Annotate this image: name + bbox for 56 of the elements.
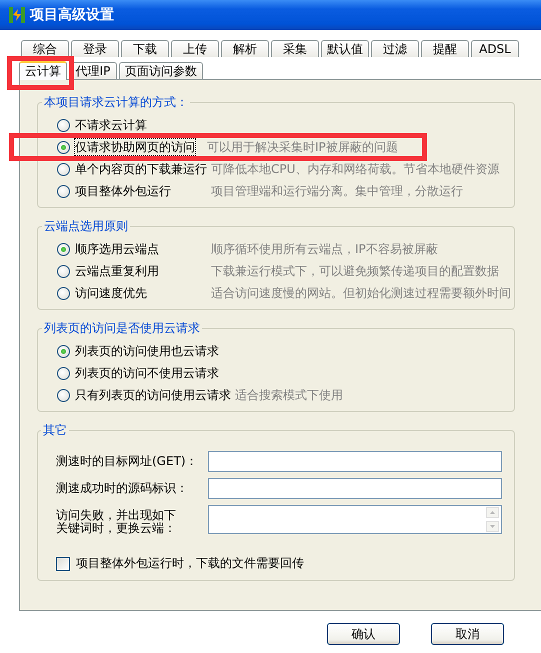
tab[interactable]: 登录 <box>71 40 119 57</box>
radio-button[interactable] <box>57 184 70 198</box>
group-title: 列表页的访问是否使用云请求 <box>43 320 201 337</box>
radio-button[interactable] <box>57 140 70 154</box>
tab[interactable]: 页面访问参数 <box>119 62 203 79</box>
radio-button[interactable] <box>57 242 70 256</box>
radio-label[interactable]: 云端点重复利用 <box>75 263 207 279</box>
checkbox-label[interactable]: 项目整体外包运行时，下载的文件需要回传 <box>76 555 304 572</box>
radio-label[interactable]: 仅请求协助网页的访问 <box>75 139 195 155</box>
input-field[interactable] <box>208 451 502 472</box>
hint-text: 顺序循环使用所有云端点，IP不容易被屏蔽 <box>211 241 438 257</box>
radio-button[interactable] <box>57 118 70 132</box>
field-label: 测速时的目标网址(GET)： <box>56 453 199 468</box>
radio-label[interactable]: 列表页的访问不使用云请求 <box>75 365 219 381</box>
tab[interactable]: 云计算 <box>19 61 67 80</box>
radio-label[interactable]: 只有列表页的访问使用云请求 <box>75 387 231 403</box>
tab[interactable]: 上传 <box>171 40 219 57</box>
hint-text: 下载兼运行模式下，可以避免频繁传递项目的配置数据 <box>211 263 499 279</box>
input-field[interactable] <box>208 478 502 499</box>
tab[interactable]: 提醒 <box>421 40 469 57</box>
tab[interactable]: 下载 <box>121 40 169 57</box>
radio-button[interactable] <box>57 344 70 358</box>
tab[interactable]: 默认值 <box>321 40 369 57</box>
tab[interactable]: 过滤 <box>371 40 419 57</box>
radio-label[interactable]: 访问速度优先 <box>75 285 207 301</box>
hint-text: 项目管理端和运行端分离。集中管理，分散运行 <box>211 183 463 199</box>
hint-text: 可以用于解决采集时IP被屏蔽的问题 <box>207 139 398 155</box>
radio-button[interactable] <box>57 162 70 176</box>
app-logo-icon <box>8 6 26 24</box>
dialog-button[interactable]: 确认 <box>327 623 400 645</box>
dialog-button[interactable]: 取消 <box>431 623 504 645</box>
group-title: 云端点选用原则 <box>43 218 129 235</box>
tab[interactable]: 采集 <box>271 40 319 57</box>
radio-label[interactable]: 列表页的访问使用也云请求 <box>75 343 219 359</box>
caret-down-icon <box>490 525 495 528</box>
group-title: 本项目请求云计算的方式： <box>43 94 189 111</box>
group-title: 其它 <box>42 422 68 439</box>
hint-text: 适合搜索模式下使用 <box>235 387 343 403</box>
hint-text: 适合访问速度慢的网站。但初始化测速过程需要额外时间 <box>211 285 511 301</box>
window-title: 项目高级设置 <box>30 6 114 24</box>
hint-text: 可降低本地CPU、内存和网络荷载。节省本地硬件资源 <box>211 161 500 177</box>
tab[interactable]: 综合 <box>21 40 69 57</box>
radio-label[interactable]: 顺序选用云端点 <box>75 241 207 257</box>
field-label: 访问失败，并出现如下关键词时，更换云端： <box>56 507 177 535</box>
radio-button[interactable] <box>57 264 70 278</box>
radio-button[interactable] <box>57 366 70 380</box>
radio-button[interactable] <box>57 388 70 402</box>
caret-up-icon <box>490 511 495 514</box>
tab[interactable]: 解析 <box>221 40 269 57</box>
checkbox[interactable] <box>56 556 70 570</box>
radio-label[interactable]: 项目整体外包运行 <box>75 183 207 199</box>
field-label: 测速成功时的源码标识： <box>56 480 189 495</box>
radio-label[interactable]: 单个内容页的下载兼运行 <box>75 161 207 177</box>
radio-button[interactable] <box>57 286 70 300</box>
tab[interactable]: ADSL <box>471 40 519 57</box>
radio-label[interactable]: 不请求云计算 <box>75 117 207 133</box>
